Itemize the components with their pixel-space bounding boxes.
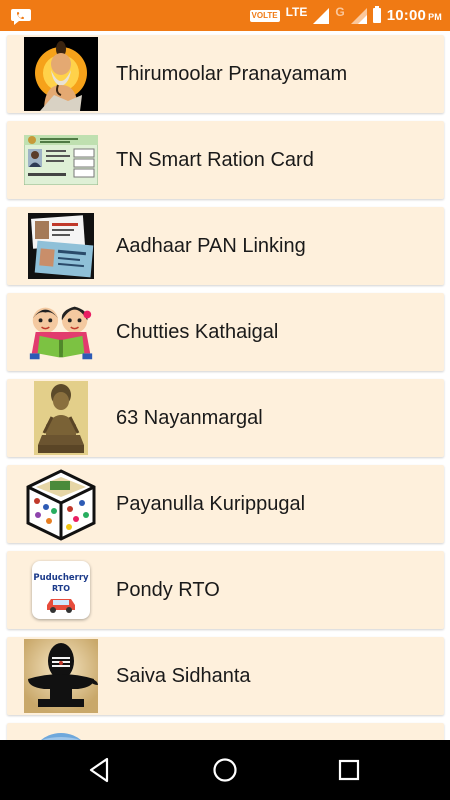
signal-strength-icon-2: [350, 7, 367, 24]
list-item[interactable]: [7, 723, 444, 740]
list-item[interactable]: TN Smart Ration Card: [7, 121, 444, 199]
ration-card-icon: [24, 123, 98, 197]
list-item-label: Pondy RTO: [116, 579, 220, 601]
kids-reading-book-icon: [24, 295, 98, 369]
volte-badge: VOLTE: [249, 9, 280, 22]
tips-cube-icon: [24, 467, 98, 541]
list-item-label: 63 Nayanmargal: [116, 407, 263, 429]
shiva-lingam-icon: [24, 639, 98, 713]
list-item[interactable]: Chutties Kathaigal: [7, 293, 444, 371]
back-icon[interactable]: [83, 754, 115, 786]
phone-chat-icon: [11, 9, 31, 25]
sage-meditating-icon: [24, 37, 98, 111]
signal-strength-icon: [313, 7, 330, 24]
partial-item-icon: [24, 725, 98, 740]
list-item[interactable]: 63 Nayanmargal: [7, 379, 444, 457]
home-icon[interactable]: [209, 754, 241, 786]
icon-text-puducherry: Puducherry: [33, 573, 89, 583]
recents-icon[interactable]: [333, 754, 365, 786]
aadhaar-pan-cards-icon: [24, 209, 98, 283]
list-item-label: Payanulla Kurippugal: [116, 493, 306, 515]
list-item[interactable]: Puducherry RTO Pondy RTO: [7, 551, 444, 629]
clock: 10:00 PM: [386, 7, 442, 24]
list-item[interactable]: Aadhaar PAN Linking: [7, 207, 444, 285]
list-item-label: Thirumoolar Pranayamam: [116, 63, 348, 85]
list-item-label: Aadhaar PAN Linking: [116, 235, 306, 257]
list-item[interactable]: Saiva Sidhanta: [7, 637, 444, 715]
list-item-label: TN Smart Ration Card: [116, 149, 314, 171]
list-item-label: Saiva Sidhanta: [116, 665, 251, 687]
battery-icon: [372, 6, 381, 23]
list-item[interactable]: Thirumoolar Pranayamam: [7, 35, 444, 113]
icon-text-rto: RTO: [51, 584, 71, 593]
network-type-label: LTE: [285, 4, 308, 19]
list-item[interactable]: Payanulla Kurippugal: [7, 465, 444, 543]
app-list[interactable]: Thirumoolar Pranayamam TN Smart Ration C…: [0, 31, 450, 740]
navigation-bar: [0, 740, 450, 800]
saint-statue-icon: [24, 381, 98, 455]
status-bar: VOLTE LTE G 10:00 PM: [0, 0, 450, 31]
network-type-label-2: G: [335, 4, 345, 19]
list-item-label: Chutties Kathaigal: [116, 321, 279, 343]
puducherry-rto-car-icon: Puducherry RTO: [24, 553, 98, 627]
